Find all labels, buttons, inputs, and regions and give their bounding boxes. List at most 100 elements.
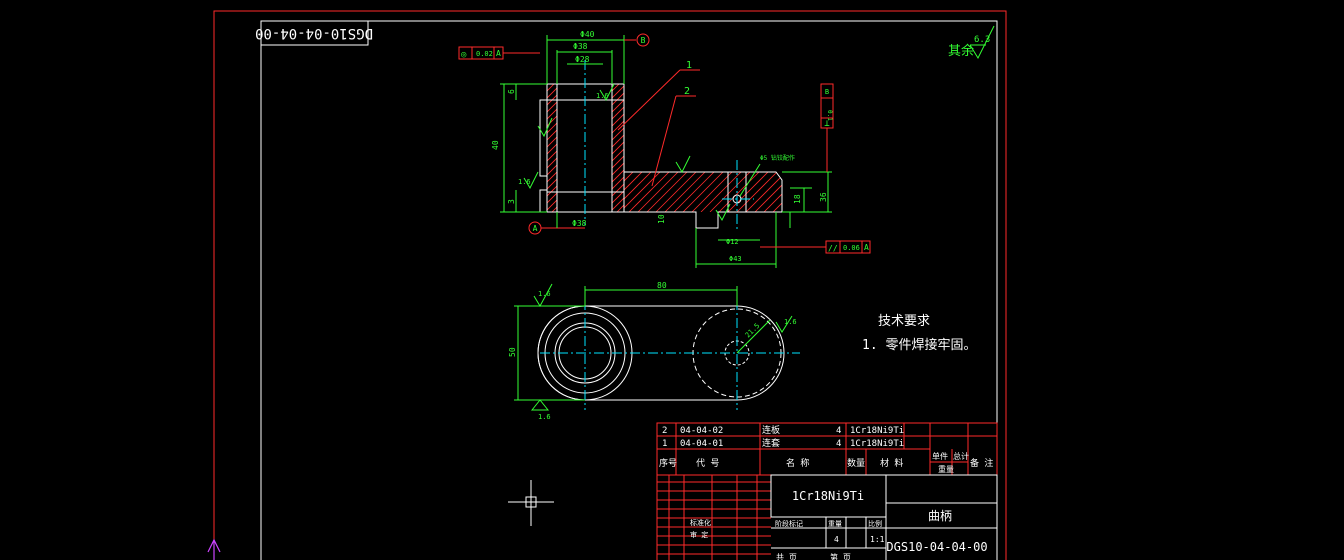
dim-h36: 36 [819, 192, 828, 202]
dim-len80: 80 [657, 281, 667, 290]
cad-drawing-canvas[interactable]: DGS10-04-04-00 其余 6.3 Φ40 Φ38 Φ28 B ◎ 0.… [0, 0, 1344, 560]
part-2-code: 04-04-02 [680, 426, 723, 436]
hdr-weight: 重量 [938, 464, 954, 474]
hatch-line [612, 84, 613, 85]
main-title-block: 1Cr18Ni9Ti 曲柄 DGS10-04-04-00 阶段标记 重量 比例 … [656, 474, 998, 560]
scale-label: 比例 [868, 519, 882, 528]
hdr-remark: 备 注 [970, 457, 993, 469]
scale-value: 1:1 [870, 535, 885, 544]
hatch-line [551, 206, 557, 212]
hdr-material: 材 料 [880, 457, 903, 469]
hatch-line [612, 85, 624, 99]
top-dimensions: Φ40 Φ38 Φ28 B ◎ 0.02 A [458, 30, 650, 84]
hatch-line [547, 164, 557, 176]
sheet-total: 共 页 [776, 553, 797, 560]
hatch-line [547, 136, 557, 148]
part-1-no: 1 [662, 439, 667, 449]
hatch-line [612, 176, 624, 190]
hatch-line [612, 120, 624, 134]
ra-plan-top: 1.6 [538, 290, 551, 298]
part-1-name: 连套 [762, 437, 780, 449]
hdr-qty: 数量 [847, 457, 865, 469]
dim-h18: 18 [793, 194, 802, 204]
hatch-line [612, 141, 624, 155]
hdr-name: 名 称 [786, 457, 809, 469]
hatch-line [547, 101, 557, 113]
hatch-line [547, 143, 557, 155]
count-value: 4 [834, 535, 839, 544]
dim-r10: 10 [657, 214, 666, 224]
hatch-line [700, 172, 742, 212]
sheet-no: 第 页 [830, 552, 851, 560]
hatch-line [709, 172, 751, 212]
hatch-line [612, 134, 624, 148]
standard-label: 标准化 [690, 518, 711, 527]
hatch-line [772, 172, 782, 212]
front-section-view: Φ40 Φ38 Φ28 B ◎ 0.02 A 40 6 3 A Φ38 1.6 … [458, 30, 871, 268]
hdr-total: 总计 [953, 451, 969, 461]
ucs-icon [207, 538, 221, 560]
hatch-line [547, 199, 557, 211]
hatch-line [612, 183, 624, 197]
hatch-line [547, 150, 557, 162]
tol-top-symbol: ◎ [461, 50, 467, 60]
dim-h3: 3 [507, 199, 516, 204]
hatch-line [547, 84, 555, 92]
part-2-no: 2 [662, 426, 667, 436]
part-2-qty: 4 [836, 426, 841, 436]
hatch-line [673, 172, 715, 212]
weight-label: 重量 [828, 520, 842, 528]
frame-code-box: DGS10-04-04-00 [255, 20, 373, 46]
crosshair-cursor [508, 480, 554, 526]
hatch-line [612, 84, 620, 92]
top-plan-view: 80 50 21.5 1.6 1.6 1.6 [508, 281, 800, 421]
hatch-line [547, 178, 557, 190]
hdr-no: 序号 [659, 457, 677, 469]
dim-d28: Φ28 [575, 55, 590, 64]
hatch-right-wall [612, 84, 624, 212]
hatch-line [547, 122, 557, 134]
part-1-material: 1Cr18Ni9Ti [850, 439, 904, 449]
hatch-line [547, 171, 557, 183]
title-block: 2 04-04-02 连板 4 1Cr18Ni9Ti 1 04-04-01 连套… [656, 422, 998, 560]
dim-h40: 40 [491, 140, 500, 150]
hatch-line [612, 190, 624, 204]
hatch-line [754, 172, 782, 212]
general-roughness: 其余 6.3 [948, 25, 995, 60]
tol-top-datum: A [496, 49, 501, 58]
hole-note: Φ5 钻铰配作 [760, 154, 795, 162]
hatch-line [664, 172, 706, 212]
dim-w50: 50 [508, 347, 517, 357]
dim-d38-bottom: Φ38 [572, 219, 587, 228]
tol-side-datum: B [825, 88, 829, 96]
hatch-line [547, 115, 557, 127]
hdr-code: 代 号 [696, 458, 719, 469]
technical-requirements: 技术要求 1. 零件焊接牢固。 [862, 314, 976, 353]
drawing-number: DGS10-04-04-00 [886, 540, 987, 554]
dim-h6: 6 [507, 89, 516, 94]
hatch-line [612, 155, 624, 169]
tol-bottom-symbol: // [828, 244, 838, 253]
part-1-code: 04-04-01 [680, 439, 723, 449]
hatch-line [616, 204, 624, 212]
hatch-line [547, 185, 557, 197]
hatch-line [612, 106, 624, 120]
hatch-line [655, 172, 697, 212]
part-2-material: 1Cr18Ni9Ti [850, 426, 904, 436]
dim-d40: Φ40 [580, 30, 595, 39]
stage-label: 阶段标记 [775, 519, 803, 528]
hatch-line [763, 172, 782, 212]
hatch-line [612, 127, 624, 141]
hatch-line [547, 84, 548, 85]
hatch-line [727, 172, 769, 212]
hdr-unit: 单件 [932, 451, 948, 461]
hatch-line [637, 172, 679, 212]
hatch-left-wall [547, 84, 557, 212]
hatch-line [612, 148, 624, 162]
ra-plan-right: 1.6 [784, 318, 797, 326]
tol-bottom-datum: A [864, 243, 869, 252]
tol-side-symbol: ⊥ [824, 119, 830, 129]
tol-bottom-value: 0.06 [843, 244, 860, 252]
hatch-line [547, 108, 557, 120]
tol-top-value: 0.02 [476, 50, 493, 58]
